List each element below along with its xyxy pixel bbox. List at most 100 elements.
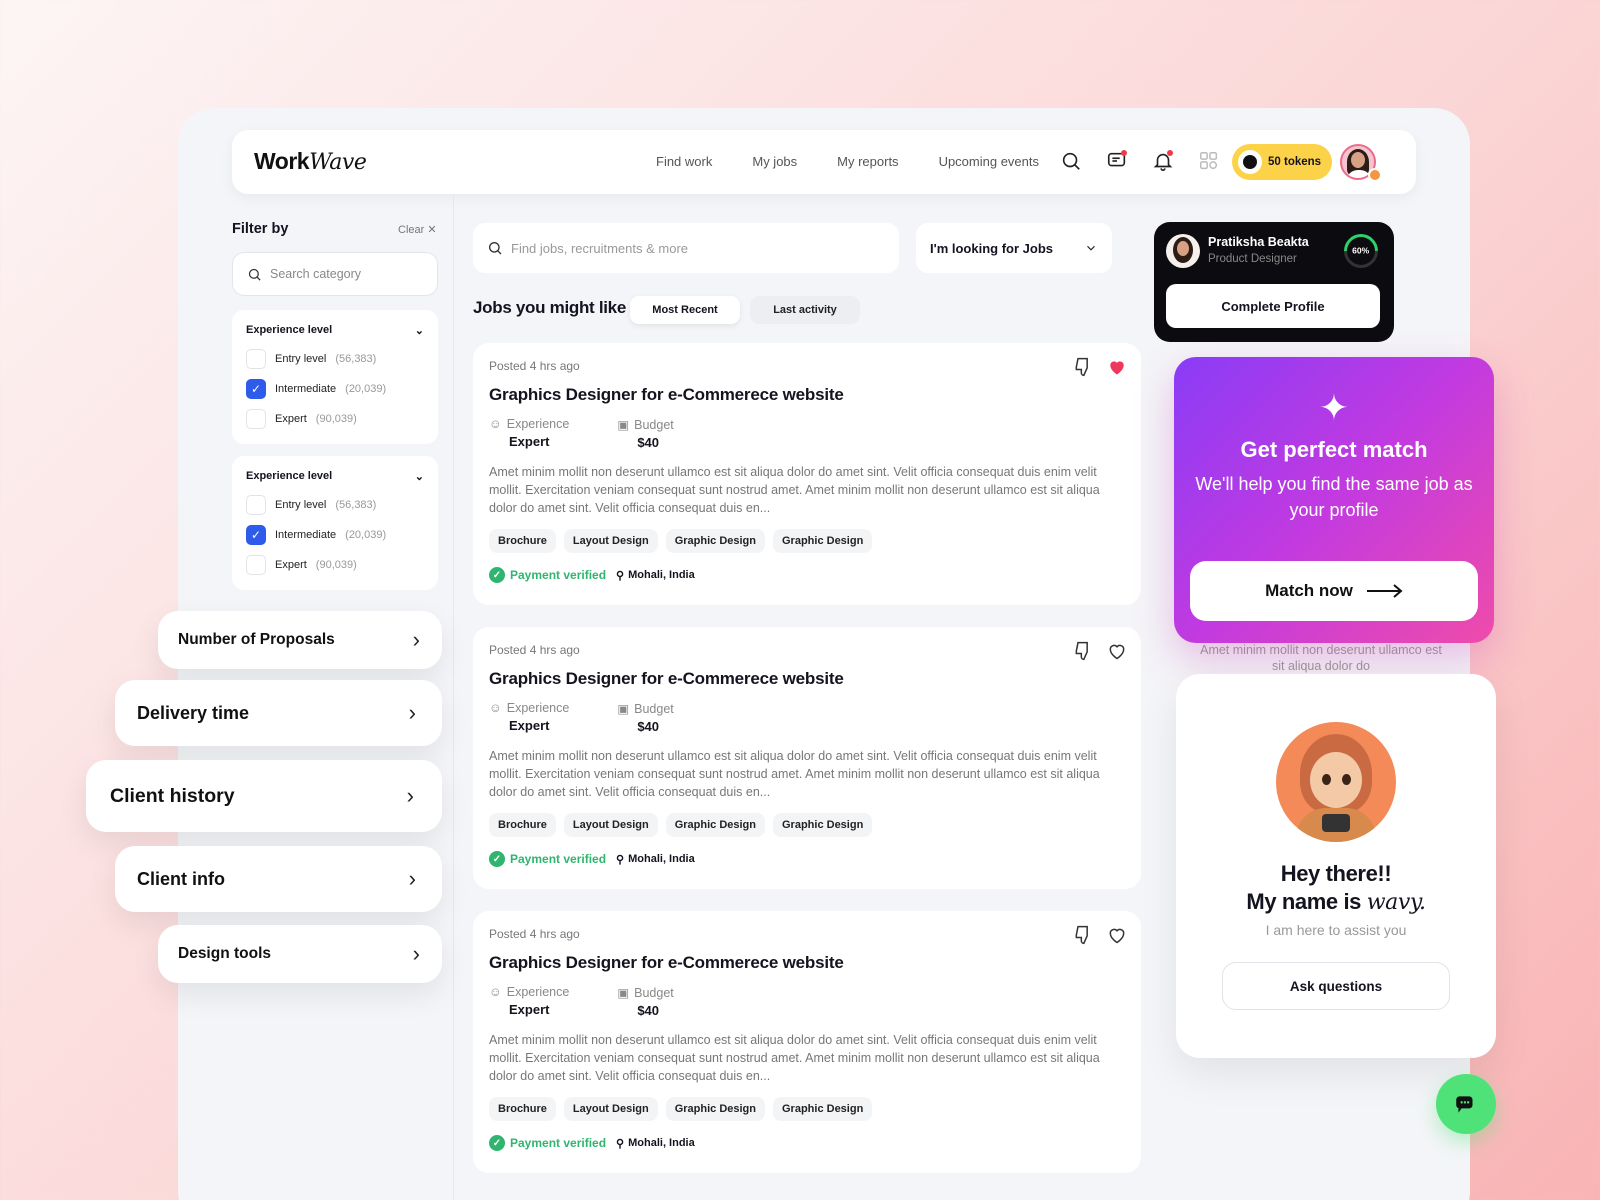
complete-profile-button[interactable]: Complete Profile (1166, 284, 1380, 328)
profile-role: Product Designer (1208, 253, 1297, 265)
job-posted-time: Posted 4 hrs ago (489, 927, 580, 941)
nav-upcoming-events[interactable]: Upcoming events (939, 154, 1039, 169)
heart-icon[interactable] (1107, 925, 1127, 945)
messages-icon[interactable] (1106, 150, 1128, 172)
job-tag[interactable]: Graphic Design (665, 529, 765, 553)
filter-option-intermediate[interactable]: ✓ Intermediate (20,039) (246, 379, 424, 399)
job-budget: $40 (637, 719, 660, 734)
messages-unread-dot (1121, 150, 1127, 156)
profile-completion-card: Pratiksha Beakta Product Designer 60% Co… (1154, 222, 1394, 342)
job-tag[interactable]: Layout Design (563, 813, 658, 837)
heart-icon-filled[interactable] (1107, 357, 1127, 377)
job-experience: Expert (509, 718, 550, 733)
location-pin-icon: ⚲ (616, 1137, 625, 1150)
checkbox-checked[interactable]: ✓ (246, 525, 266, 545)
job-title[interactable]: Graphics Designer for e-Commerece websit… (489, 669, 1125, 689)
profile-progress-ring: 60% (1336, 226, 1386, 276)
filter-section-client-info[interactable]: Client info › (115, 846, 442, 912)
match-subtitle: We'll help you find the same job as your… (1195, 474, 1473, 520)
dislike-icon[interactable] (1073, 641, 1093, 661)
coin-icon (1238, 150, 1262, 174)
job-tag[interactable]: Graphic Design (773, 529, 873, 553)
job-description: Amet minim mollit non deserunt ullamco e… (489, 465, 1100, 515)
filter-section-client-history[interactable]: Client history › (86, 760, 442, 832)
chevron-right-icon: › (412, 941, 420, 966)
checkbox[interactable] (246, 495, 266, 515)
user-icon: ☺ (489, 417, 502, 431)
profile-avatar[interactable] (1166, 234, 1200, 268)
job-tag[interactable]: Graphic Design (773, 813, 873, 837)
app-logo[interactable]: WorkWave (254, 148, 367, 175)
filter-option-expert[interactable]: Expert (90,039) (246, 409, 424, 429)
job-location: Mohali, India (628, 1137, 695, 1149)
job-location: Mohali, India (628, 569, 695, 581)
checkbox[interactable] (246, 349, 266, 369)
chevron-right-icon: › (406, 783, 414, 808)
nav-my-reports[interactable]: My reports (837, 154, 898, 169)
nav-my-jobs[interactable]: My jobs (752, 154, 797, 169)
job-tag[interactable]: Layout Design (563, 1097, 658, 1121)
tab-last-activity[interactable]: Last activity (750, 296, 860, 324)
filter-group-title: Experience level (246, 324, 333, 336)
jobs-section-title: Jobs you might like (473, 298, 626, 317)
search-icon[interactable] (1060, 150, 1082, 172)
job-tag[interactable]: Graphic Design (665, 1097, 765, 1121)
job-title[interactable]: Graphics Designer for e-Commerece websit… (489, 385, 1125, 405)
filter-section-number-of-proposals[interactable]: Number of Proposals › (158, 611, 442, 669)
job-title[interactable]: Graphics Designer for e-Commerece websit… (489, 953, 1125, 973)
looking-for-select[interactable]: I'm looking for Jobs (916, 223, 1112, 273)
category-search-input[interactable]: Search category (232, 252, 438, 296)
apps-icon[interactable] (1198, 150, 1220, 172)
assistant-greeting: Hey there!! My name is wavy. (1246, 861, 1426, 915)
filter-section-delivery-time[interactable]: Delivery time › (115, 680, 442, 746)
tokens-badge[interactable]: 50 tokens (1232, 144, 1332, 180)
experience-filter-group: Experience level ⌄ Entry level (56,383) ✓ I… (232, 456, 438, 590)
top-navbar: WorkWave Find work My jobs My reports Up… (232, 130, 1416, 194)
job-tag[interactable]: Brochure (489, 529, 556, 553)
wallet-icon: ▣ (617, 418, 630, 432)
checkbox[interactable] (246, 409, 266, 429)
filter-section-design-tools[interactable]: Design tools › (158, 925, 442, 983)
filter-option-entry[interactable]: Entry level (56,383) (246, 495, 424, 515)
job-tag[interactable]: Graphic Design (665, 813, 765, 837)
clear-filters-button[interactable]: Clear ✕ (398, 223, 437, 236)
tab-most-recent[interactable]: Most Recent (630, 296, 740, 324)
chevron-down-icon[interactable]: ⌄ (415, 470, 424, 483)
category-search-placeholder: Search category (270, 267, 362, 281)
main-nav: Find work My jobs My reports Upcoming ev… (656, 154, 1039, 169)
job-tag[interactable]: Brochure (489, 1097, 556, 1121)
location-pin-icon: ⚲ (616, 853, 625, 866)
job-card[interactable]: Posted 4 hrs ago Graphics Designer for e… (473, 911, 1141, 1173)
job-card[interactable]: Posted 4 hrs ago Graphics Designer for e… (473, 343, 1141, 605)
payment-verified-label: Payment verified (510, 1136, 607, 1150)
bell-icon[interactable] (1152, 150, 1174, 172)
location-pin-icon: ⚲ (616, 569, 625, 582)
job-experience: Expert (509, 1002, 550, 1017)
checkbox[interactable] (246, 555, 266, 575)
dislike-icon[interactable] (1073, 925, 1093, 945)
dislike-icon[interactable] (1073, 357, 1093, 377)
match-now-button[interactable]: Match now (1190, 561, 1478, 621)
heart-icon[interactable] (1107, 641, 1127, 661)
checkbox-checked[interactable]: ✓ (246, 379, 266, 399)
payment-verified-label: Payment verified (510, 568, 607, 582)
filter-option-expert[interactable]: Expert (90,039) (246, 555, 424, 575)
tokens-label: 50 tokens (1268, 156, 1322, 168)
job-tag[interactable]: Layout Design (563, 529, 658, 553)
job-tag[interactable]: Graphic Design (773, 1097, 873, 1121)
job-search-input[interactable]: Find jobs, recruitments & more (473, 223, 899, 273)
filter-option-entry[interactable]: Entry level (56,383) (246, 349, 424, 369)
nav-find-work[interactable]: Find work (656, 154, 712, 169)
arrow-right-icon (1366, 584, 1403, 598)
filter-option-intermediate[interactable]: ✓ Intermediate (20,039) (246, 525, 424, 545)
ask-questions-button[interactable]: Ask questions (1222, 962, 1450, 1010)
chat-button[interactable] (1436, 1074, 1496, 1134)
job-location: Mohali, India (628, 853, 695, 865)
search-icon (248, 268, 261, 281)
chevron-down-icon[interactable]: ⌄ (415, 324, 424, 337)
bot-avatar (1276, 722, 1396, 842)
job-tag[interactable]: Brochure (489, 813, 556, 837)
filter-title: Filter by (232, 221, 289, 237)
assistant-card: Hey there!! My name is wavy. I am here t… (1176, 674, 1496, 1058)
job-card[interactable]: Posted 4 hrs ago Graphics Designer for e… (473, 627, 1141, 889)
